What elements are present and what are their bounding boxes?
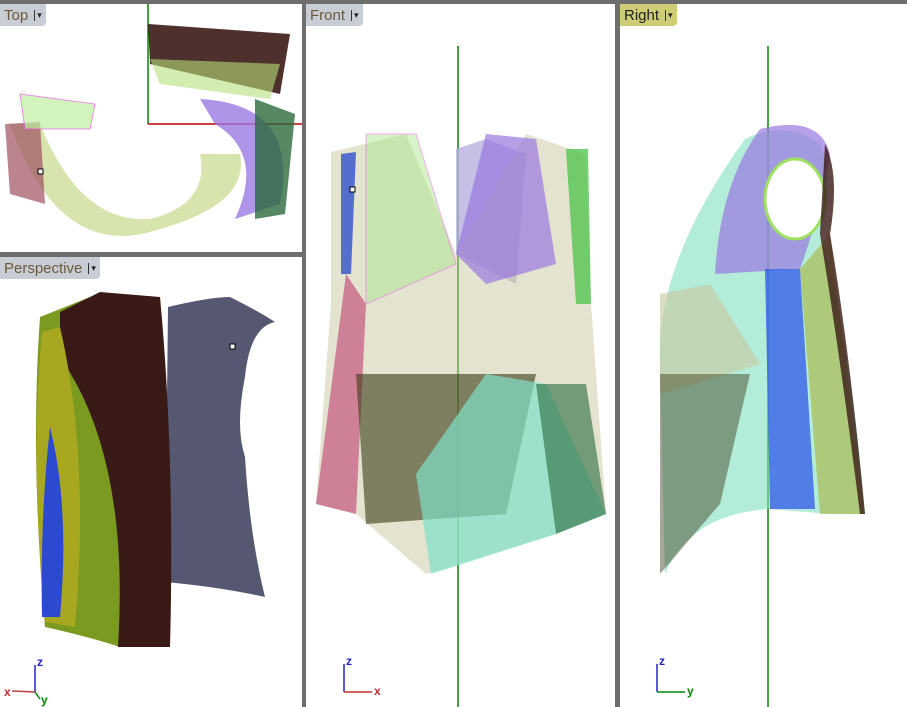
viewport-title: Top bbox=[4, 6, 29, 24]
axis-x-label: x bbox=[4, 685, 11, 699]
axis-z-label: z bbox=[37, 655, 43, 669]
axis-x-label: x bbox=[374, 684, 381, 698]
perspective-view-model bbox=[11, 292, 275, 700]
viewport-title: Right bbox=[624, 6, 660, 24]
viewport-label-front[interactable]: Front ▾ bbox=[306, 4, 363, 26]
axis-y-label: y bbox=[41, 693, 48, 707]
viewport-title: Front bbox=[310, 6, 346, 24]
dropdown-arrow-icon[interactable]: ▾ bbox=[665, 9, 673, 21]
front-view-model bbox=[316, 46, 606, 707]
viewport-right[interactable]: z y Right ▾ bbox=[620, 4, 907, 707]
viewport-top[interactable]: Top ▾ bbox=[0, 4, 302, 252]
axis-z-label: z bbox=[346, 654, 352, 668]
dropdown-arrow-icon[interactable]: ▾ bbox=[351, 9, 359, 21]
viewport-front[interactable]: z x Front ▾ bbox=[306, 4, 615, 707]
axis-z-label: z bbox=[659, 654, 665, 668]
dropdown-arrow-icon[interactable]: ▾ bbox=[34, 9, 42, 21]
viewport-perspective[interactable]: z x y Perspective ▾ bbox=[0, 257, 302, 707]
dropdown-arrow-icon[interactable]: ▾ bbox=[88, 262, 96, 274]
viewport-title: Perspective bbox=[4, 259, 83, 277]
top-view-model bbox=[5, 4, 302, 236]
axis-y-label: y bbox=[687, 684, 694, 698]
viewport-label-top[interactable]: Top ▾ bbox=[0, 4, 46, 26]
viewport-label-perspective[interactable]: Perspective ▾ bbox=[0, 257, 100, 279]
viewport-label-right[interactable]: Right ▾ bbox=[620, 4, 677, 26]
right-view-model bbox=[656, 46, 865, 707]
